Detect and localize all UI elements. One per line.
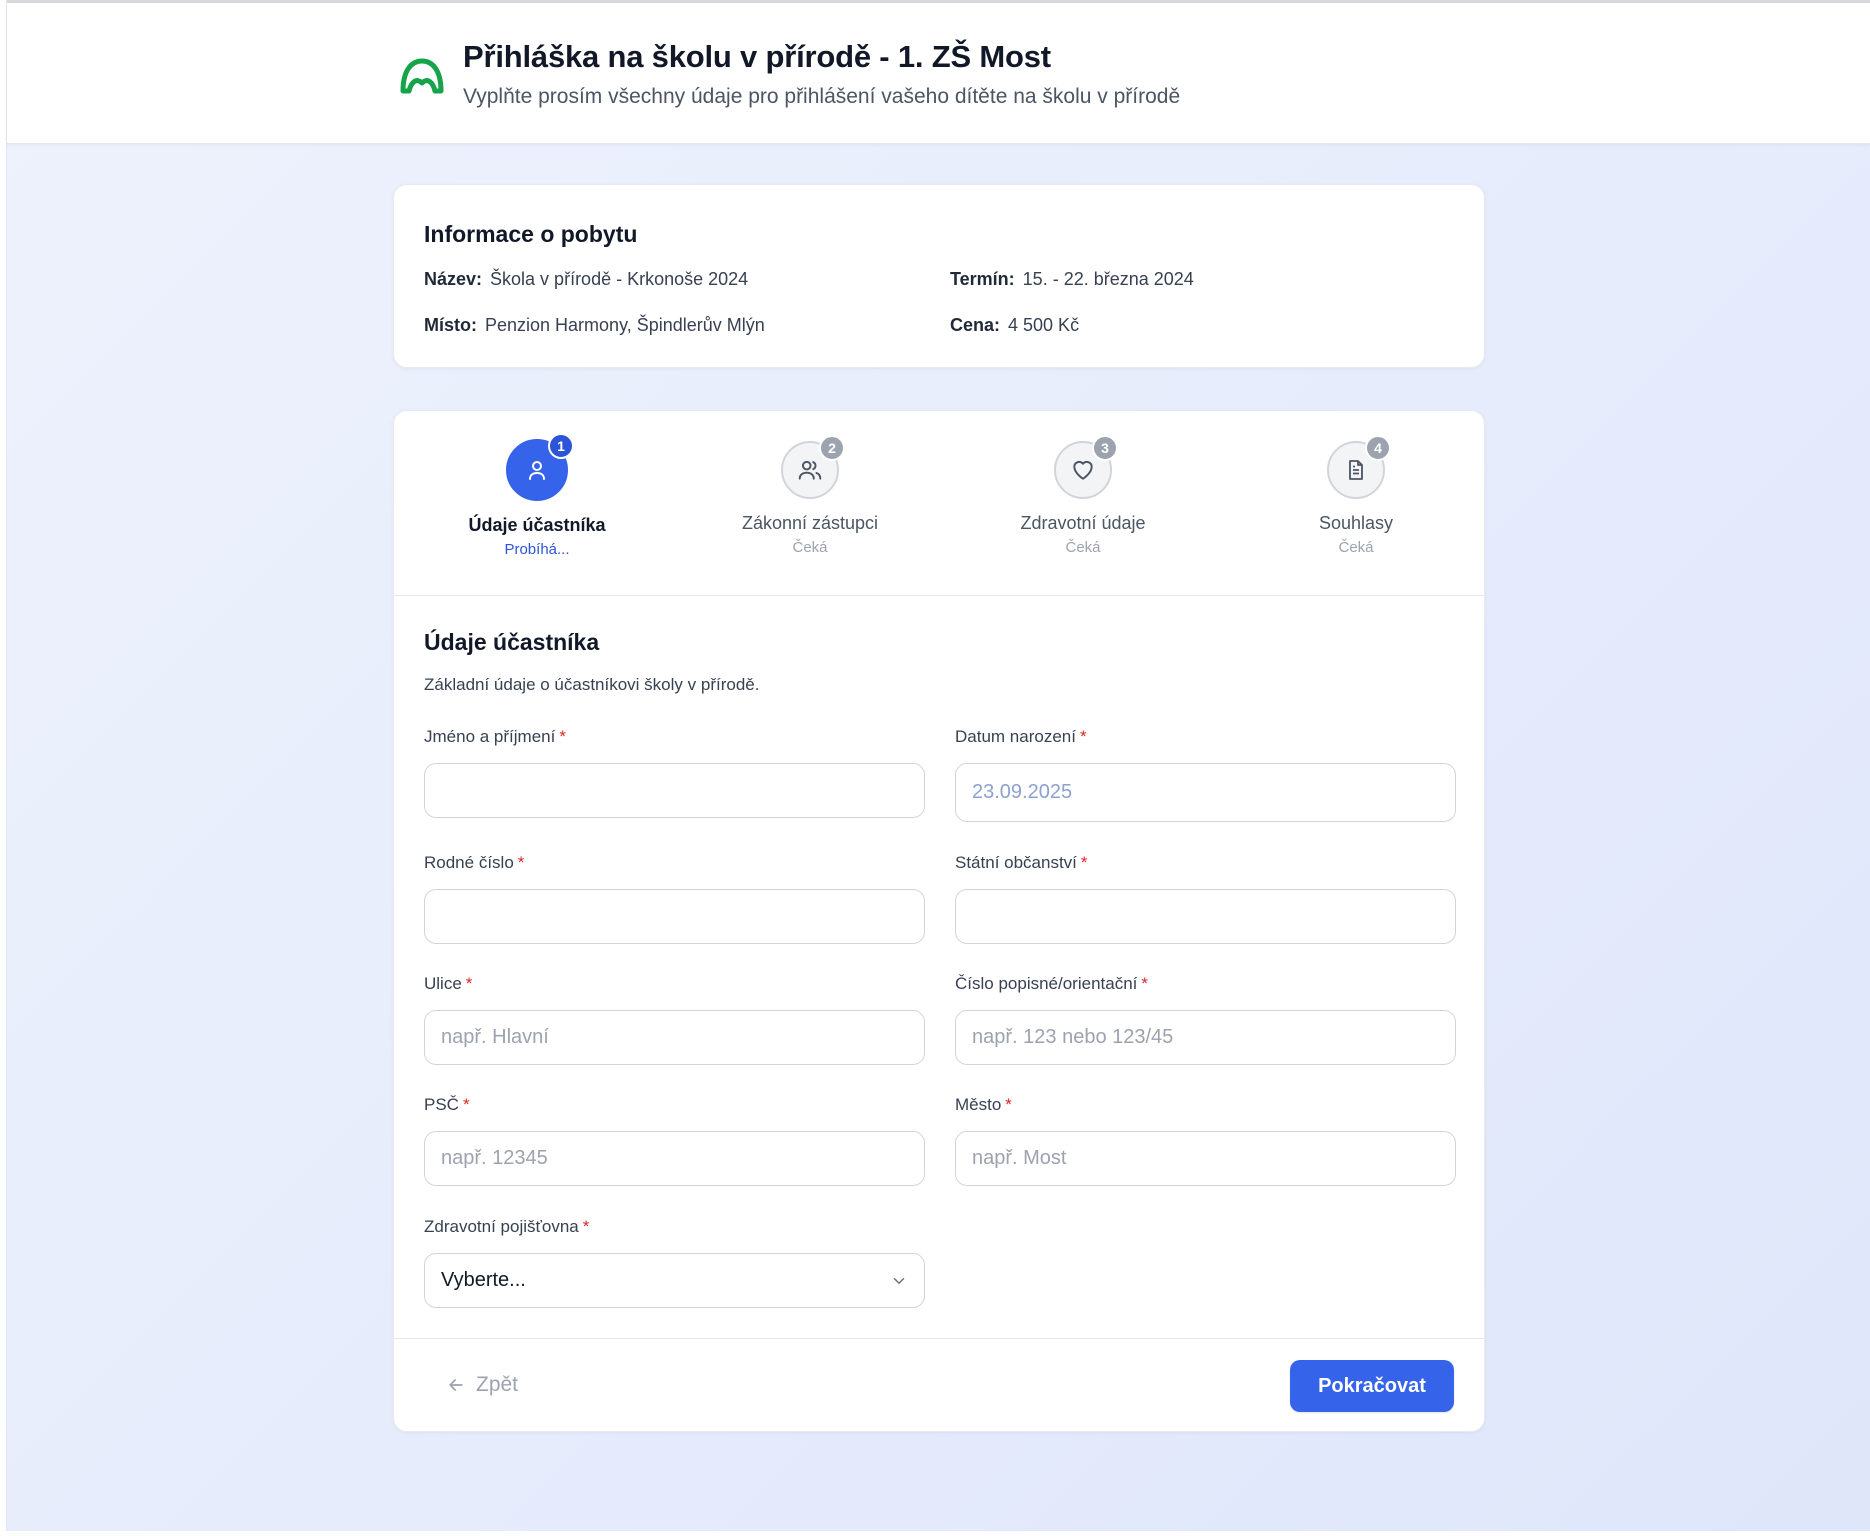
stay-price-row: Cena: 4 500 Kč [950,315,1079,336]
step-status: Čeká [792,539,828,556]
zip-label: PSČ * [424,1095,470,1114]
required-marker: * [1079,727,1087,746]
back-button-label: Zpět [476,1373,519,1396]
step-consents[interactable]: 4 Souhlasy Čeká [1246,435,1466,556]
citizenship-label: Státní občanství * [955,853,1088,872]
arrow-left-icon [448,1379,463,1391]
step-number-badge: 1 [548,433,574,459]
stay-term-row: Termín: 15. - 22. března 2024 [950,269,1194,290]
heart-icon [1073,460,1093,480]
citizenship-input[interactable] [955,889,1456,944]
stay-term-value: 15. - 22. března 2024 [1022,269,1194,289]
required-marker: * [517,853,525,872]
step-guardians[interactable]: 2 Zákonní zástupci Čeká [700,435,920,556]
required-marker: * [1141,974,1149,993]
step-label: Zdravotní údaje [1020,513,1146,533]
birth-date-field: Datum narození * 23.09.2025 [955,727,1456,822]
step-label: Údaje účastníka [468,515,606,535]
step-label: Zákonní zástupci [741,513,879,533]
citizenship-field: Státní občanství * [955,853,1456,944]
stay-place-key: Místo: [424,315,477,335]
birth-date-input[interactable]: 23.09.2025 [955,763,1456,822]
step-label: Souhlasy [1318,513,1394,533]
step-health[interactable]: 3 Zdravotní údaje Čeká [973,435,1193,556]
page-title: Přihláška na školu v přírodě - 1. ZŠ Mos… [463,39,1051,74]
insurance-select[interactable]: Vyberte... [424,1253,925,1308]
city-field: Město * [955,1095,1456,1186]
stepper: 1 Údaje účastníka Probíhá... 2 Zákonní z… [394,411,1484,596]
street-field: Ulice * [424,974,925,1065]
document-icon [1349,460,1363,480]
required-marker: * [462,1095,470,1114]
full-name-input[interactable] [424,763,925,818]
stay-place-row: Místo: Penzion Harmony, Špindlerův Mlýn [424,315,765,336]
full-name-field: Jméno a příjmení * [424,727,925,818]
continue-button[interactable]: Pokračovat [1290,1360,1454,1412]
user-icon [529,461,545,480]
required-marker: * [582,1217,590,1236]
window-bottom-border [0,1531,1870,1536]
stay-name-row: Název: Škola v přírodě - Krkonoše 2024 [424,269,748,290]
required-marker: * [559,727,566,746]
stay-term-key: Termín: [950,269,1015,289]
chevron-down-icon [893,1277,905,1284]
house-number-field: Číslo popisné/orientační * [955,974,1456,1065]
step-number-badge: 3 [1092,435,1118,461]
street-label: Ulice * [424,974,473,993]
house-number-input[interactable] [955,1010,1456,1065]
school-arch-icon [400,58,444,94]
page-subtitle: Vyplňte prosím všechny údaje pro přihláš… [463,85,1181,108]
insurance-selected-value: Vyberte... [441,1269,526,1291]
step-status: Čeká [1338,539,1374,556]
form-navigation: Zpět Pokračovat [394,1338,1484,1431]
stay-price-value: 4 500 Kč [1008,315,1080,335]
step-circle: 4 [1327,435,1391,499]
page-header: Přihláška na školu v přírodě - 1. ZŠ Mos… [7,3,1870,144]
section-title: Údaje účastníka [424,629,600,655]
birth-date-label: Datum narození * [955,727,1087,746]
zip-input[interactable] [424,1131,925,1186]
required-marker: * [465,974,473,993]
street-input[interactable] [424,1010,925,1065]
step-circle: 1 [506,433,574,501]
stay-info-title: Informace o pobytu [424,221,638,247]
users-icon [798,460,822,480]
full-name-label: Jméno a příjmení * [424,727,566,746]
birth-number-field: Rodné číslo * [424,853,925,944]
back-button[interactable]: Zpět [446,1373,518,1397]
stay-info-card: Informace o pobytu Název: Škola v přírodě… [393,184,1485,368]
insurance-label: Zdravotní pojišťovna * [424,1217,590,1236]
zip-field: PSČ * [424,1095,925,1186]
stay-price-key: Cena: [950,315,1001,335]
step-number-badge: 4 [1365,435,1391,461]
application-form-card: 1 Údaje účastníka Probíhá... 2 Zákonní z… [393,410,1485,1432]
required-marker: * [1080,853,1088,872]
stay-name-key: Název: [424,269,483,289]
city-label: Město * [955,1095,1012,1114]
birth-number-input[interactable] [424,889,925,944]
birth-number-label: Rodné číslo * [424,853,525,872]
required-marker: * [1005,1095,1012,1114]
house-number-label: Číslo popisné/orientační * [955,974,1149,993]
insurance-field: Zdravotní pojišťovna * Vyberte... [424,1217,925,1308]
step-circle: 3 [1054,435,1118,499]
stay-place-value: Penzion Harmony, Špindlerův Mlýn [485,315,765,335]
window-left-border [0,0,7,1536]
step-status: Čeká [1065,539,1101,556]
stay-name-value: Škola v přírodě - Krkonoše 2024 [490,269,749,289]
city-input[interactable] [955,1131,1456,1186]
step-status: Probíhá... [504,541,570,558]
step-circle: 2 [781,435,845,499]
step-participant[interactable]: 1 Údaje účastníka Probíhá... [427,433,647,558]
section-description: Základní údaje o účastníkovi školy v pří… [424,675,760,694]
step-number-badge: 2 [819,435,845,461]
